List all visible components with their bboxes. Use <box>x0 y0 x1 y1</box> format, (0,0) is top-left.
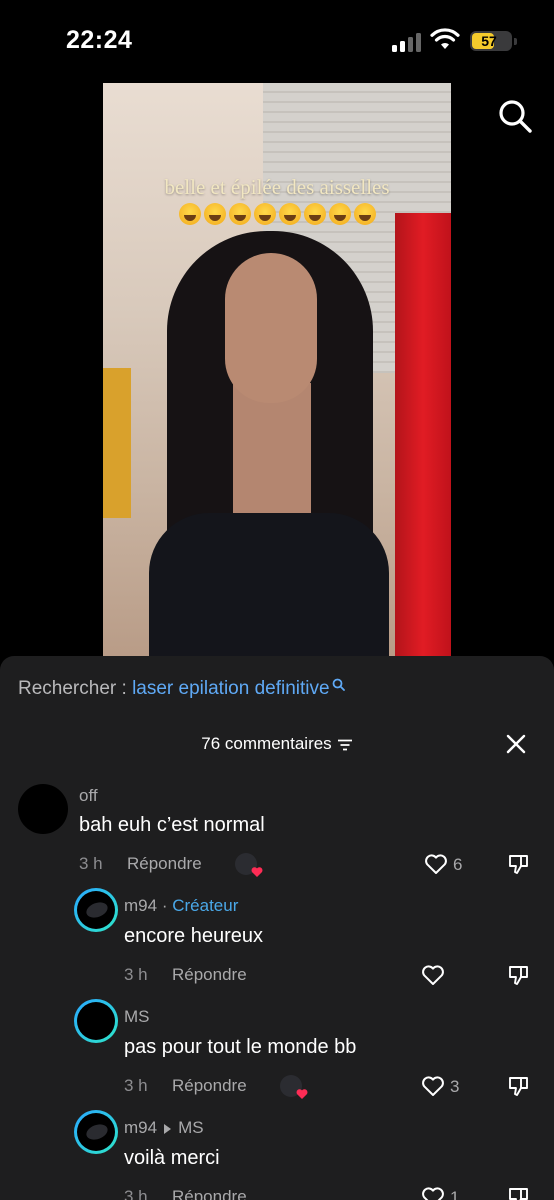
comment-time: 3 h <box>124 1076 148 1095</box>
face-with-tears-of-joy-emoji <box>353 203 376 225</box>
reply-to-username[interactable]: MS <box>178 1118 204 1137</box>
comments-count-header[interactable]: 76 commentaires <box>0 734 554 754</box>
username-separator: · <box>161 896 168 915</box>
reply-button[interactable]: Répondre <box>127 854 202 874</box>
reply-arrow-icon <box>164 1123 172 1134</box>
comments-count: 76 commentaires <box>201 734 332 753</box>
dislike-icon[interactable] <box>507 963 531 987</box>
comment-text: bah euh c’est normal <box>79 814 265 836</box>
video-caption: belle et épilée des aisselles <box>164 175 390 199</box>
liked-by-creator-avatar <box>280 1075 308 1099</box>
search-suggestion-label: Rechercher : <box>18 678 127 699</box>
search-suggestion-query[interactable]: laser epilation definitive <box>132 678 330 699</box>
face-with-tears-of-joy-emoji <box>278 203 301 225</box>
liked-by-creator-avatar <box>235 853 263 877</box>
avatar[interactable] <box>18 784 68 834</box>
heart-badge-icon <box>251 867 263 877</box>
comments-sheet: Rechercher : laser epilation definitive … <box>0 656 554 1200</box>
reply-button[interactable]: Répondre <box>172 1187 247 1200</box>
sort-icon[interactable] <box>337 739 353 751</box>
status-bar: 22:24 57 <box>0 0 554 80</box>
face-with-tears-of-joy-emoji <box>328 203 351 225</box>
battery-level: 57 <box>481 33 497 49</box>
cellular-signal-icon <box>392 32 422 52</box>
face-with-tears-of-joy-emoji <box>253 203 276 225</box>
search-icon[interactable] <box>497 98 533 134</box>
avatar[interactable] <box>74 888 118 932</box>
username-text[interactable]: m94 <box>124 896 157 915</box>
heart-badge-icon <box>296 1089 308 1099</box>
dislike-icon[interactable] <box>507 852 531 876</box>
comment-time: 3 h <box>124 965 148 984</box>
avatar[interactable] <box>74 1110 118 1154</box>
comment-text: encore heureux <box>124 925 263 947</box>
comment-username[interactable]: m94 · Créateur <box>124 896 238 916</box>
like-heart-icon[interactable] <box>421 1075 445 1097</box>
comment-username[interactable]: MS <box>124 1007 150 1027</box>
search-suggestion[interactable]: Rechercher : laser epilation definitive <box>18 678 345 700</box>
battery-icon: 57 <box>470 31 517 51</box>
like-count: 3 <box>450 1077 460 1096</box>
like-count: 6 <box>453 855 463 874</box>
like-heart-icon[interactable] <box>421 964 445 986</box>
like-count: 1 <box>450 1188 460 1200</box>
video-player[interactable]: belle et épilée des aisselles <box>103 83 451 663</box>
reply-button[interactable]: Répondre <box>172 965 247 985</box>
comment-text: pas pour tout le monde bb <box>124 1036 357 1058</box>
dislike-icon[interactable] <box>507 1185 531 1200</box>
comment-username[interactable]: off <box>79 786 98 806</box>
small-search-icon <box>332 678 345 691</box>
face-with-tears-of-joy-emoji <box>303 203 326 225</box>
close-icon[interactable] <box>505 733 527 755</box>
like-heart-icon[interactable] <box>421 1186 445 1200</box>
reply-button[interactable]: Répondre <box>172 1076 247 1096</box>
avatar[interactable] <box>74 999 118 1043</box>
comment-username[interactable]: m94 MS <box>124 1118 204 1138</box>
face-with-tears-of-joy-emoji <box>228 203 251 225</box>
wifi-icon <box>430 28 460 49</box>
caption-emojis <box>103 203 451 231</box>
comment-text: voilà merci <box>124 1147 220 1169</box>
username-text[interactable]: m94 <box>124 1118 157 1137</box>
comment-time: 3 h <box>124 1187 148 1200</box>
face-with-tears-of-joy-emoji <box>203 203 226 225</box>
status-time: 22:24 <box>66 26 133 54</box>
face-with-tears-of-joy-emoji <box>178 203 201 225</box>
creator-badge: Créateur <box>172 896 239 915</box>
comment-time: 3 h <box>79 854 103 873</box>
dislike-icon[interactable] <box>507 1074 531 1098</box>
like-heart-icon[interactable] <box>424 853 448 875</box>
